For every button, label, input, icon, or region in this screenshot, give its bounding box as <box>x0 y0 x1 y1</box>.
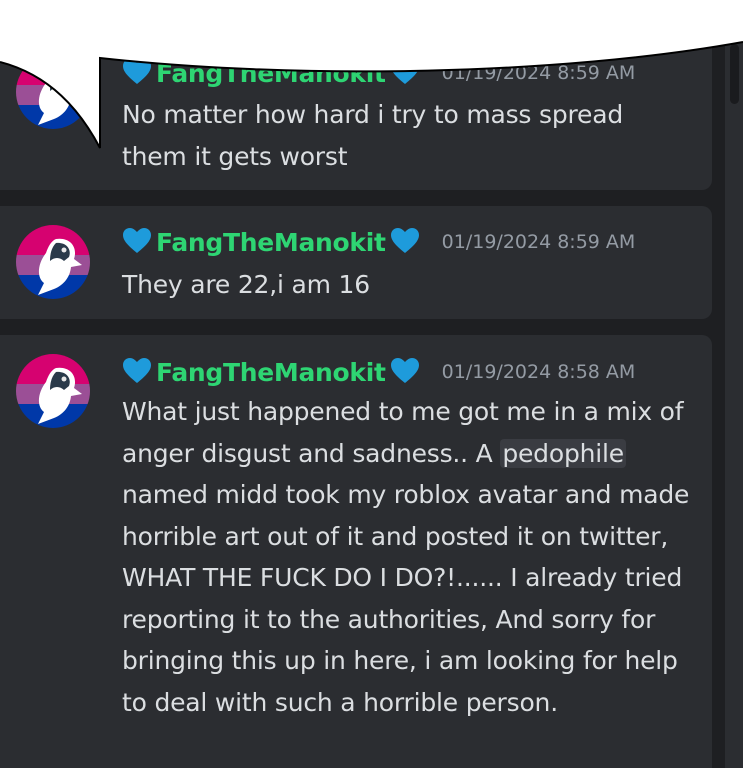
avatar[interactable] <box>16 354 90 428</box>
scrollbar[interactable] <box>725 0 743 768</box>
blue-heart-icon <box>122 58 156 88</box>
message: FangTheManokit 01/19/2024 8:58 AM What j… <box>0 335 712 768</box>
blue-heart-icon <box>122 227 156 257</box>
timestamp: 01/19/2024 8:59 AM <box>441 62 636 84</box>
blue-heart-icon <box>390 58 424 88</box>
timestamp: 01/19/2024 8:58 AM <box>441 361 636 383</box>
message-text: They are 22,i am 16 <box>122 270 370 299</box>
message-header: FangTheManokit 01/19/2024 8:58 AM <box>122 355 635 389</box>
chat-log: FangTheManokit 01/19/2024 8:59 AM No mat… <box>0 0 743 768</box>
message-text-part: named midd took my roblox avatar and mad… <box>122 480 690 717</box>
timestamp: 01/19/2024 8:59 AM <box>441 231 636 253</box>
blue-heart-icon <box>122 357 156 387</box>
message-header: FangTheManokit 01/19/2024 8:59 AM <box>122 225 635 259</box>
username[interactable]: FangTheManokit <box>156 59 386 88</box>
message-text: No matter how hard i try to mass spread … <box>122 100 624 171</box>
message: FangTheManokit 01/19/2024 8:59 AM No mat… <box>0 0 712 190</box>
avatar[interactable] <box>16 225 90 299</box>
username[interactable]: FangTheManokit <box>156 358 386 387</box>
blue-heart-icon <box>390 227 424 257</box>
message-text: What just happened to me got me in a mix… <box>122 391 692 723</box>
message: FangTheManokit 01/19/2024 8:59 AM They a… <box>0 206 712 319</box>
username[interactable]: FangTheManokit <box>156 228 386 257</box>
highlighted-word: pedophile <box>500 438 626 468</box>
blue-heart-icon <box>390 357 424 387</box>
message-header: FangTheManokit 01/19/2024 8:59 AM <box>122 56 635 90</box>
avatar[interactable] <box>16 55 90 129</box>
scrollbar-thumb[interactable] <box>730 44 739 104</box>
